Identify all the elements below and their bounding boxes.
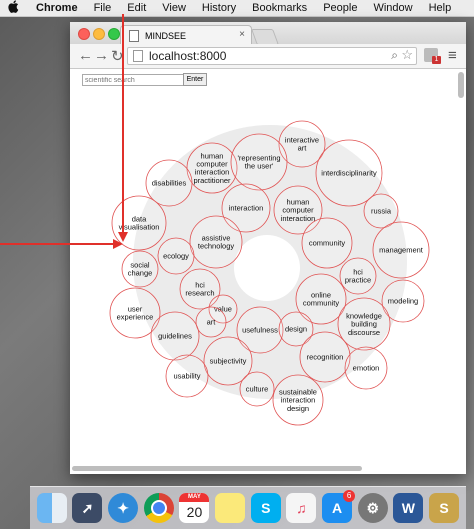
keyword-label: disabilities bbox=[152, 179, 187, 188]
keyword-label: design bbox=[285, 325, 307, 334]
title-bar: MINDSEE × bbox=[70, 22, 466, 45]
extension-badge: 1 bbox=[432, 56, 441, 64]
keyword-label: assistive technology bbox=[198, 234, 235, 251]
keyword-bubble[interactable]: guidelinesguidelines bbox=[150, 311, 200, 361]
keyword-bubble[interactable]: assistive technologyassistive technology bbox=[189, 215, 243, 269]
keyword-bubble[interactable]: human computer interaction practitionerh… bbox=[186, 142, 238, 194]
page-icon bbox=[129, 29, 139, 42]
menu-help[interactable]: Help bbox=[429, 2, 452, 14]
keyword-bubble[interactable]: emotionemotion bbox=[344, 346, 388, 390]
menu-bookmarks[interactable]: Bookmarks bbox=[252, 2, 307, 14]
keyword-bubble[interactable]: usabilityusability bbox=[165, 354, 209, 398]
chrome-icon[interactable] bbox=[143, 493, 174, 523]
word-icon[interactable]: W bbox=[393, 493, 424, 523]
menu-edit[interactable]: Edit bbox=[127, 2, 146, 14]
keyword-label: subjectivity bbox=[210, 357, 247, 366]
keyword-label: guidelines bbox=[158, 332, 192, 341]
keyword-bubble[interactable]: artart bbox=[195, 306, 227, 338]
bookmark-star-icon[interactable]: ☆ bbox=[401, 47, 413, 63]
keyword-label: social change bbox=[128, 261, 153, 278]
safari-icon[interactable]: ✦ bbox=[108, 493, 139, 523]
browser-window: MINDSEE × ← → ↻ localhost:8000 ⌕ ☆ 1 ≡ E… bbox=[70, 22, 466, 474]
address-bar[interactable]: localhost:8000 ⌕ ☆ bbox=[127, 47, 417, 65]
keyword-label: art bbox=[207, 318, 217, 327]
sublime-text-icon[interactable]: S bbox=[429, 493, 460, 523]
menu-window[interactable]: Window bbox=[373, 2, 412, 14]
keyword-label: community bbox=[309, 239, 346, 248]
keyword-bubble[interactable]: 'representing the user''representing the … bbox=[230, 133, 288, 191]
back-arrow-icon[interactable]: ← bbox=[78, 47, 93, 64]
system-preferences-icon[interactable]: ⚙ bbox=[357, 493, 388, 523]
keyword-label: interaction bbox=[229, 204, 264, 213]
horizontal-scrollbar[interactable] bbox=[72, 466, 362, 471]
tab-title: MINDSEE bbox=[145, 30, 187, 41]
keyword-label: knowledge building discourse bbox=[346, 311, 382, 336]
url-text: localhost:8000 bbox=[149, 49, 227, 63]
music-icon[interactable]: ♫ bbox=[286, 493, 317, 523]
tab-close-icon[interactable]: × bbox=[239, 29, 245, 40]
minimize-window-button[interactable] bbox=[93, 28, 105, 40]
keyword-label: interdisciplinarity bbox=[321, 169, 377, 178]
chrome-menu-icon[interactable]: ≡ bbox=[448, 47, 457, 64]
menu-history[interactable]: History bbox=[202, 2, 236, 14]
app-store-icon[interactable]: A 6 bbox=[322, 490, 356, 523]
dock: ➚ ✦ MAY 20 S ♫ A 6 ⚙ W S bbox=[30, 486, 466, 529]
menu-people[interactable]: People bbox=[323, 2, 357, 14]
keyword-bubble[interactable]: ecologyecology bbox=[157, 237, 195, 275]
keyword-label: usability bbox=[173, 372, 200, 381]
vertical-scrollbar[interactable] bbox=[458, 72, 464, 98]
reload-icon[interactable]: ↻ bbox=[111, 47, 124, 65]
forward-arrow-icon[interactable]: → bbox=[94, 47, 109, 64]
keyword-label: usefulness bbox=[242, 326, 278, 335]
keyword-visualization: interactive artinteractive arthuman compu… bbox=[109, 120, 430, 426]
keyword-label: management bbox=[379, 246, 424, 255]
app-store-badge: 6 bbox=[343, 490, 356, 502]
keyword-bubble[interactable]: social changesocial change bbox=[121, 250, 159, 288]
keyword-bubble[interactable]: hci practice hci practice bbox=[339, 257, 377, 295]
tab-mindsee[interactable]: MINDSEE × bbox=[120, 25, 252, 45]
page-info-icon bbox=[133, 50, 143, 62]
finder-icon[interactable] bbox=[36, 493, 67, 523]
menu-view[interactable]: View bbox=[162, 2, 186, 14]
calendar-icon[interactable]: MAY 20 bbox=[179, 493, 210, 523]
menu-chrome[interactable]: Chrome bbox=[36, 2, 78, 14]
launchpad-icon[interactable]: ➚ bbox=[72, 493, 103, 523]
apple-icon[interactable] bbox=[8, 0, 22, 16]
keyword-label: culture bbox=[246, 385, 269, 394]
keyword-bubble[interactable]: managementmanagement bbox=[372, 221, 430, 279]
skype-icon[interactable]: S bbox=[250, 493, 281, 523]
keyword-label: emotion bbox=[353, 364, 380, 373]
page-content: Enter interactive artinteractivearthuman… bbox=[70, 69, 466, 474]
calendar-month: MAY bbox=[179, 493, 210, 502]
notes-icon[interactable] bbox=[215, 493, 246, 523]
browser-toolbar: ← → ↻ localhost:8000 ⌕ ☆ 1 ≡ bbox=[70, 44, 466, 69]
keyword-label: recognition bbox=[307, 353, 344, 362]
word-label: W bbox=[401, 500, 415, 516]
keyword-bubble[interactable]: data visualisationdata visualisation bbox=[111, 195, 167, 251]
keyword-bubble[interactable]: disabilitiesdisabilities bbox=[145, 159, 193, 207]
keyword-bubble[interactable]: knowledge building discourseknowledge bui… bbox=[337, 297, 391, 351]
keyword-bubble[interactable]: cultureculture bbox=[239, 371, 275, 407]
keyword-label: russia bbox=[371, 207, 392, 216]
new-tab-button[interactable] bbox=[251, 29, 279, 45]
search-icon[interactable]: ⌕ bbox=[391, 48, 398, 63]
calendar-day: 20 bbox=[186, 504, 203, 520]
menu-bar: Chrome File Edit View History Bookmarks … bbox=[0, 0, 474, 17]
close-window-button[interactable] bbox=[78, 28, 90, 40]
keyword-bubble[interactable]: recognitionrecognition bbox=[299, 331, 351, 383]
keyword-bubble[interactable]: community community bbox=[301, 217, 353, 269]
menu-file[interactable]: File bbox=[94, 2, 112, 14]
keyword-bubble[interactable]: sustainable interaction design sustainabl… bbox=[272, 374, 324, 426]
ring-center-hole bbox=[234, 235, 300, 301]
zoom-window-button[interactable] bbox=[108, 28, 120, 40]
keyword-label: modeling bbox=[388, 297, 418, 306]
keyword-label: ecology bbox=[163, 252, 189, 261]
